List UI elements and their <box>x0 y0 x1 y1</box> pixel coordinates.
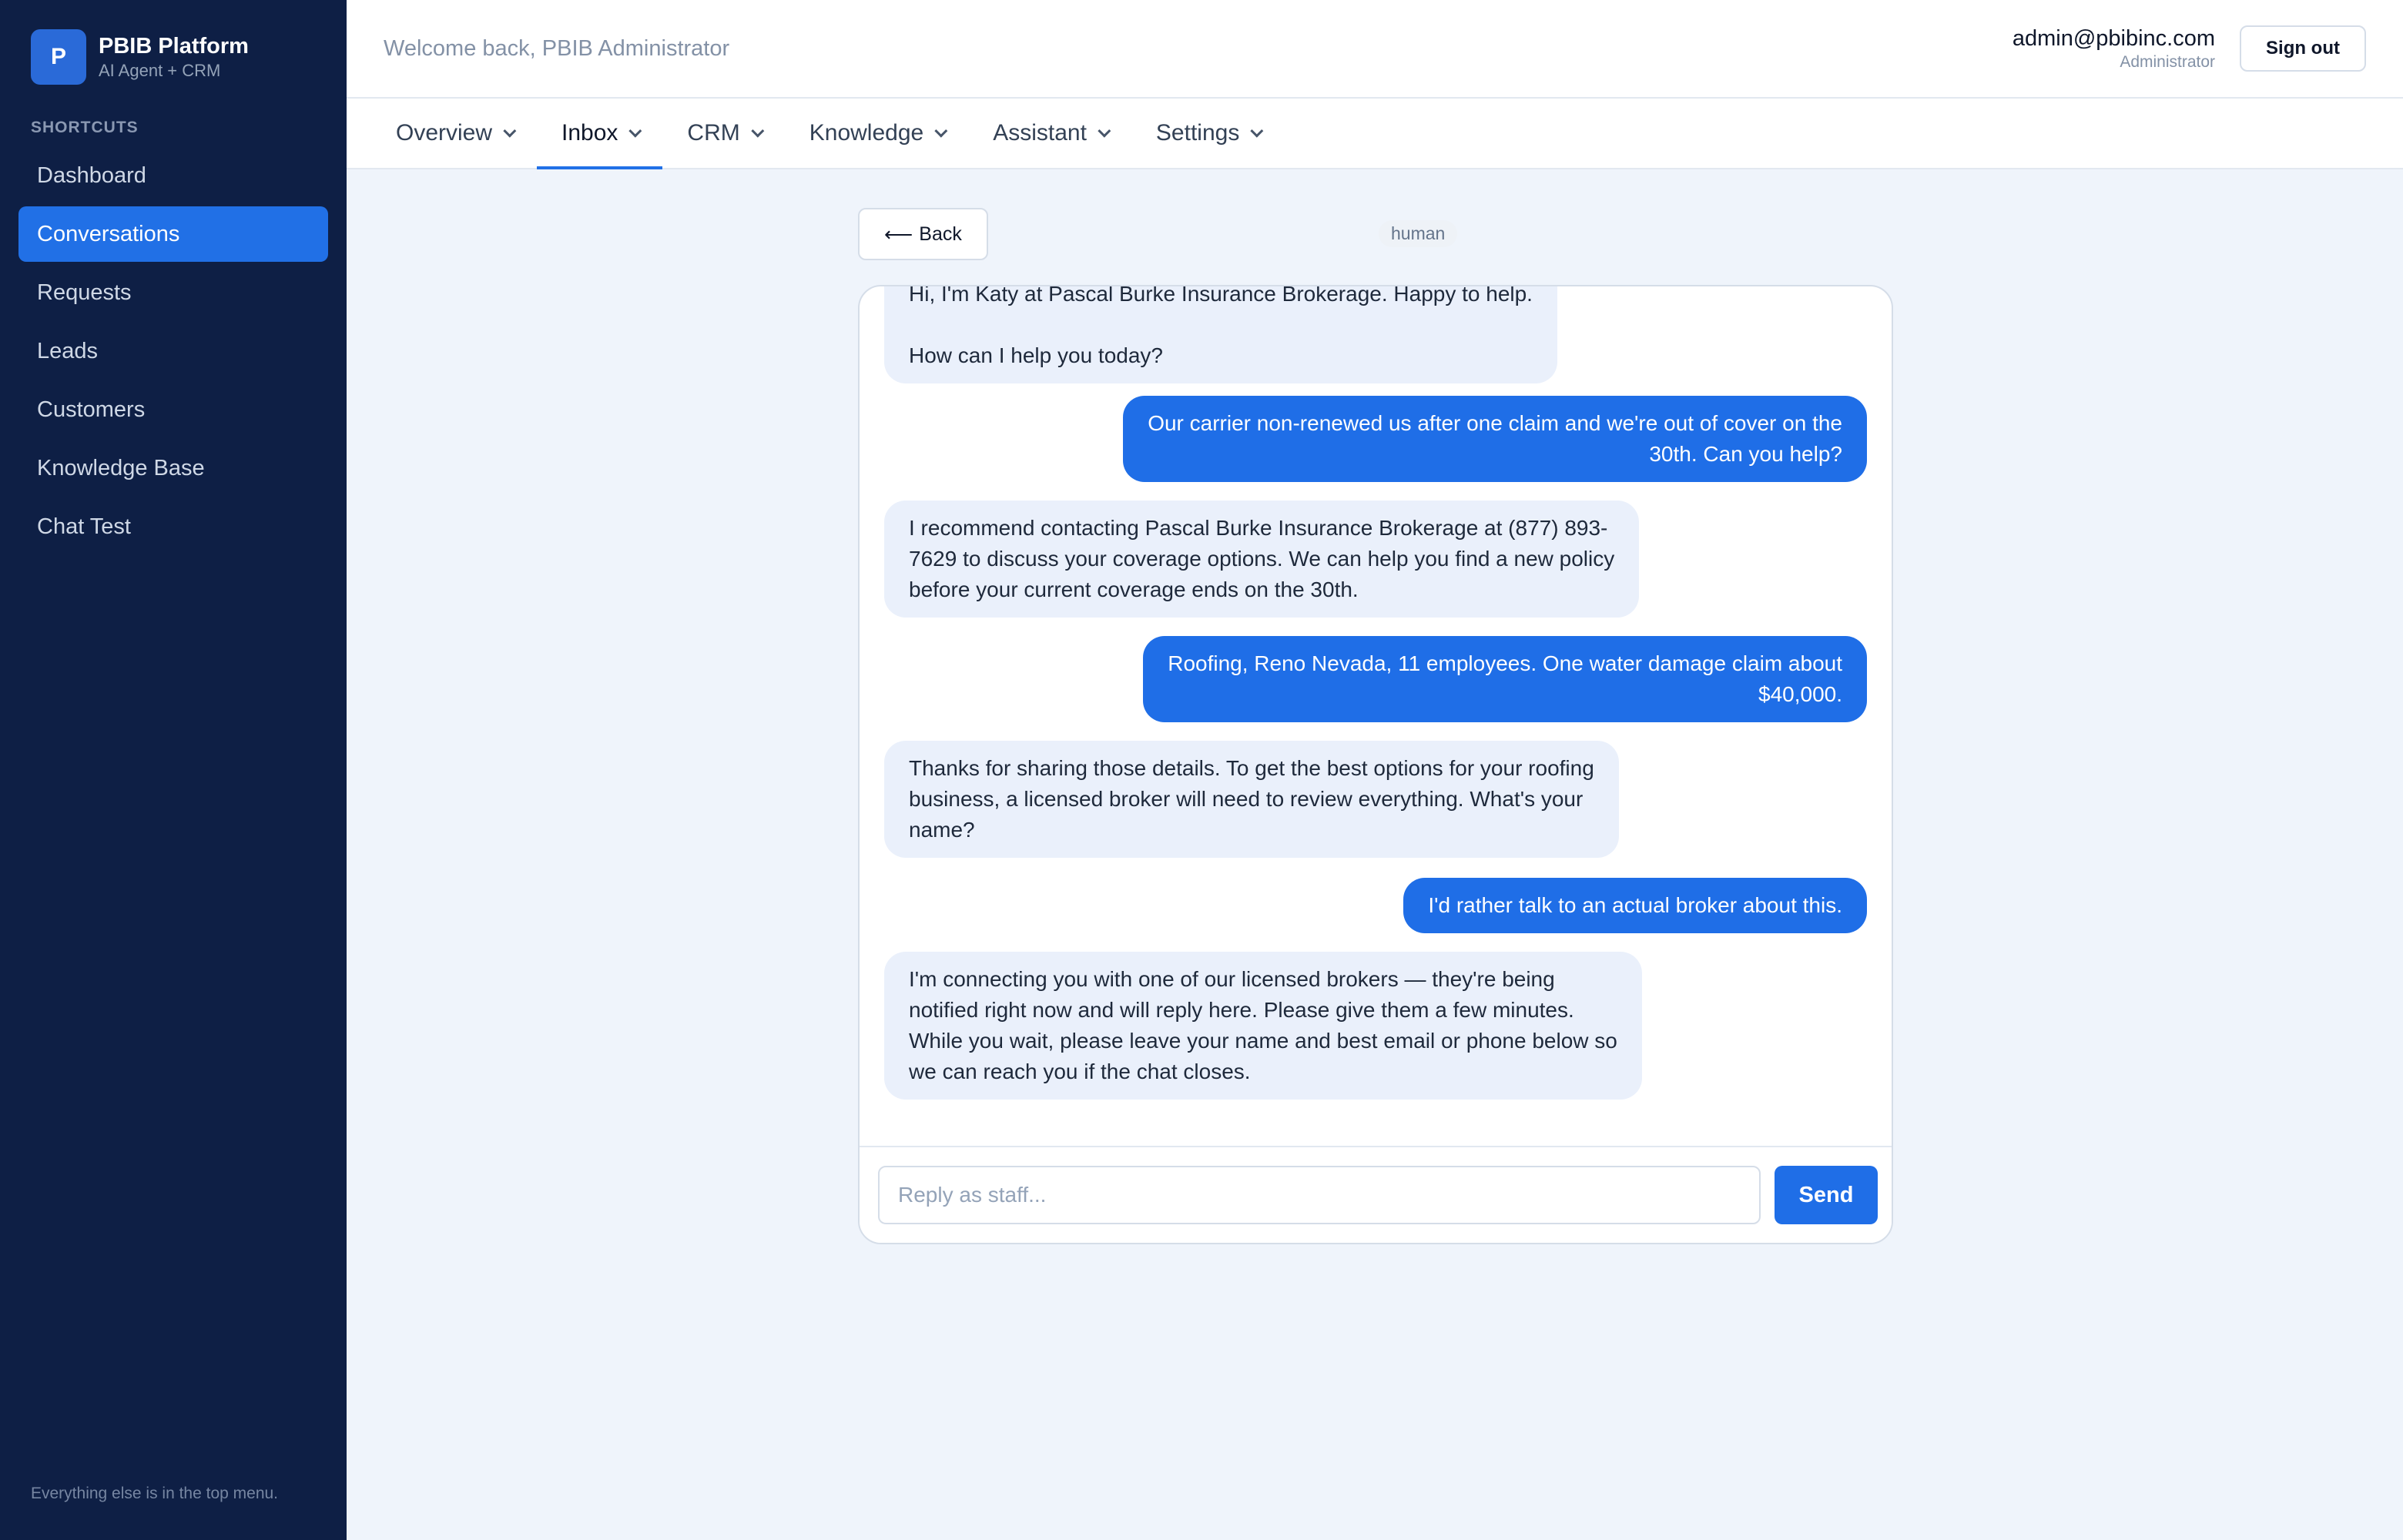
send-button[interactable]: Send <box>1775 1166 1878 1224</box>
chevron-down-icon <box>751 124 765 138</box>
message-line: 30th. Can you help? <box>1649 442 1842 466</box>
chevron-down-icon <box>934 124 948 138</box>
back-label: Back <box>919 223 962 245</box>
message-bot: I recommend contacting Pascal Burke Insu… <box>884 500 1640 618</box>
brand-subtitle: AI Agent + CRM <box>99 61 221 80</box>
chevron-down-icon <box>1250 124 1264 138</box>
chevron-down-icon <box>628 124 642 138</box>
brand-logo: P <box>31 29 86 85</box>
sidebar-footer: Everything else is in the top menu. <box>31 1485 279 1502</box>
chat-panel: Hi, I'm Katy at Pascal Burke Insurance B… <box>858 285 1893 1244</box>
conversation-view: ⟵ Back human Hi, I'm Katy at Pascal Burk… <box>347 169 2403 1540</box>
arrow-left-icon: ⟵ <box>884 222 913 246</box>
brand: P PBIB Platform AI Agent + CRM <box>0 0 347 85</box>
menu-crm[interactable]: CRM <box>662 99 784 168</box>
sidebar-item-leads[interactable]: Leads <box>18 323 328 379</box>
message-user: Roofing, Reno Nevada, 11 employees. One … <box>1143 636 1867 722</box>
topbar: Welcome back, PBIB Administrator admin@p… <box>347 0 2403 99</box>
chevron-down-icon <box>1098 124 1111 138</box>
message-bot: Thanks for sharing those details. To get… <box>884 741 1619 858</box>
sidebar-item-conversations[interactable]: Conversations <box>18 206 328 262</box>
user-email: admin@pbibinc.com <box>2012 26 2216 51</box>
message-line: Roofing, Reno Nevada, 11 employees. One … <box>1168 651 1842 675</box>
sidebar-item-customers[interactable]: Customers <box>18 382 328 437</box>
user-area: admin@pbibinc.com Administrator Sign out <box>2013 25 2366 72</box>
message-user: I'd rather talk to an actual broker abou… <box>1403 878 1867 933</box>
menu-settings-label: Settings <box>1155 120 1240 146</box>
message-bot: Hi, I'm Katy at Pascal Burke Insurance B… <box>884 286 1557 383</box>
message-bot: I'm connecting you with one of our licen… <box>884 952 1642 1100</box>
main-area: Welcome back, PBIB Administrator admin@p… <box>347 0 2403 1540</box>
message-line: Thanks for sharing those details. To get… <box>909 756 1594 780</box>
menu-inbox[interactable]: Inbox <box>537 99 663 169</box>
message-line: business, a licensed broker will need to… <box>909 787 1584 811</box>
message-line: 7629 to discuss your coverage options. W… <box>909 547 1615 571</box>
message-line: I'd rather talk to an actual broker abou… <box>1428 893 1842 917</box>
menu-assistant[interactable]: Assistant <box>968 99 1131 168</box>
menu-inbox-label: Inbox <box>561 120 618 146</box>
sidebar-item-requests[interactable]: Requests <box>18 265 328 320</box>
sidebar: P PBIB Platform AI Agent + CRM SHORTCUTS… <box>0 0 347 1540</box>
message-line: we can reach you if the chat closes. <box>909 1060 1251 1083</box>
welcome-text: Welcome back, PBIB Administrator <box>384 35 730 61</box>
message-line: How can I help you today? <box>909 343 1163 367</box>
message-gap <box>909 310 1533 340</box>
back-button[interactable]: ⟵ Back <box>858 208 988 260</box>
message-line: I'm connecting you with one of our licen… <box>909 967 1555 991</box>
sidebar-item-dashboard[interactable]: Dashboard <box>18 148 328 203</box>
top-menu: Overview Inbox CRM Knowledge Assistant S… <box>347 99 2403 169</box>
menu-overview-label: Overview <box>396 120 493 146</box>
message-line: Hi, I'm Katy at Pascal Burke Insurance B… <box>909 286 1533 306</box>
sign-out-button[interactable]: Sign out <box>2240 25 2366 72</box>
brand-title: PBIB Platform <box>99 34 249 59</box>
message-line: I recommend contacting Pascal Burke Insu… <box>909 516 1608 540</box>
menu-knowledge[interactable]: Knowledge <box>785 99 968 168</box>
sidebar-nav: Dashboard Conversations Requests Leads C… <box>0 137 347 554</box>
menu-crm-label: CRM <box>687 120 740 146</box>
shortcuts-heading: SHORTCUTS <box>31 119 139 136</box>
user-role: Administrator <box>2120 53 2216 71</box>
message-user: Our carrier non-renewed us after one cla… <box>1123 396 1867 482</box>
message-line: before your current coverage ends on the… <box>909 578 1359 601</box>
sidebar-item-knowledge-base[interactable]: Knowledge Base <box>18 440 328 496</box>
menu-settings[interactable]: Settings <box>1131 99 1284 168</box>
sidebar-item-chat-test[interactable]: Chat Test <box>18 499 328 554</box>
message-line: notified right now and will reply here. … <box>909 998 1574 1022</box>
message-line: $40,000. <box>1758 682 1842 706</box>
reply-composer: Send <box>860 1146 1892 1243</box>
reply-input[interactable] <box>878 1166 1761 1224</box>
message-line: While you wait, please leave your name a… <box>909 1029 1617 1053</box>
message-list[interactable]: Hi, I'm Katy at Pascal Burke Insurance B… <box>860 286 1892 1146</box>
status-badge: human <box>1379 220 1458 247</box>
message-line: name? <box>909 818 975 842</box>
menu-overview[interactable]: Overview <box>371 99 537 168</box>
chevron-down-icon <box>503 124 517 138</box>
menu-assistant-label: Assistant <box>993 120 1087 146</box>
message-line: Our carrier non-renewed us after one cla… <box>1148 411 1842 435</box>
brand-text: PBIB Platform AI Agent + CRM <box>99 32 249 82</box>
user-info: admin@pbibinc.com Administrator <box>2013 25 2215 72</box>
menu-knowledge-label: Knowledge <box>809 120 924 146</box>
app-root: P PBIB Platform AI Agent + CRM SHORTCUTS… <box>0 0 2403 1540</box>
